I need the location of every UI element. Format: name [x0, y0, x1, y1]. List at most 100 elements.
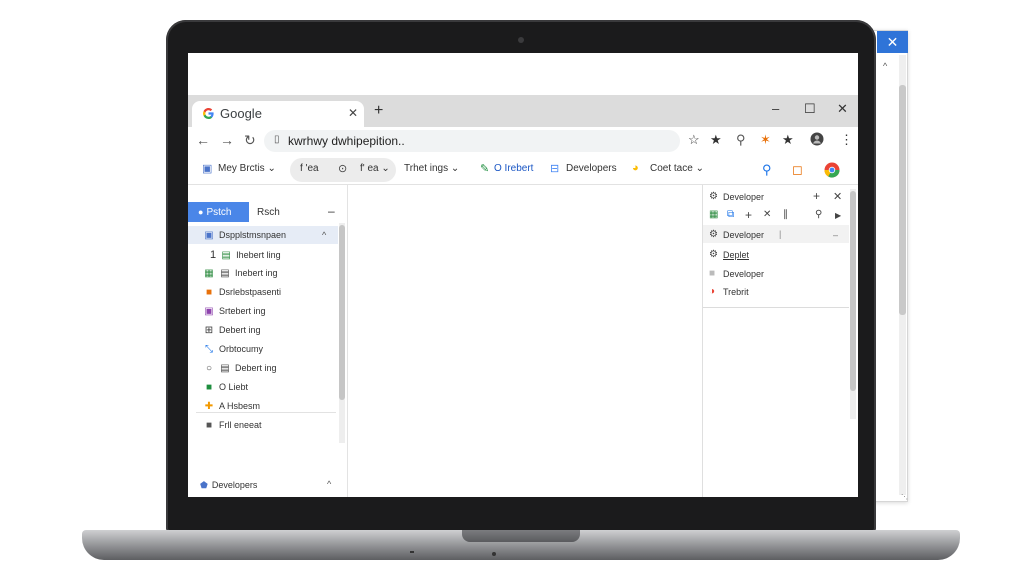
panel-item[interactable]: Trebrit: [723, 287, 749, 297]
divider: [703, 307, 849, 308]
developers-icon: ⊟: [550, 163, 560, 175]
chrome-icon[interactable]: [824, 162, 840, 181]
square-icon: ■: [709, 268, 716, 279]
scrollbar-thumb[interactable]: [850, 191, 856, 391]
resize-grip-icon[interactable]: ⋱: [901, 493, 908, 501]
maximize-icon[interactable]: ☐: [804, 101, 816, 117]
chevron-up-icon[interactable]: ^: [322, 230, 326, 240]
lock-icon: ▯: [274, 134, 280, 145]
laptop-screen: Google ✕ + – ☐ ✕ ← → ↻ ▯ kwrhwy dwhipepi…: [188, 53, 858, 497]
list-item[interactable]: ■ O Liebt: [203, 382, 248, 393]
search-icon[interactable]: ⚲: [815, 209, 822, 220]
button-label: Pstch: [206, 207, 232, 218]
star-icon[interactable]: ★: [710, 132, 722, 148]
bookmark-item[interactable]: f 'ea: [300, 163, 319, 174]
new-tab-icon[interactable]: +: [374, 102, 383, 120]
bookmarks-bar: ▣ Mey Brctis ⌄ f 'ea ⊙ f' ea ⌄ Trhet ing…: [188, 155, 858, 185]
edit-icon: ✎: [480, 163, 490, 175]
list-item[interactable]: ■ Dsrlebstpasenti: [203, 287, 281, 298]
sheet-icon: ▤: [220, 268, 230, 279]
edit-icon[interactable]: ∥: [783, 209, 788, 220]
bookmark-item[interactable]: O Irebert: [494, 163, 533, 174]
list-item[interactable]: ▣ Srtebert ing: [203, 306, 266, 317]
bookmark-item[interactable]: Coet tace ⌄: [650, 163, 704, 174]
address-bar[interactable]: ▯ kwrhwy dwhipepition..: [264, 130, 680, 152]
list-item[interactable]: ▣ Dspplstmsnpaen: [203, 230, 286, 241]
close-icon[interactable]: ✕: [877, 31, 908, 53]
list-item-label: Dsrlebstpasenti: [219, 287, 282, 297]
bookmark-star-icon[interactable]: ★: [782, 132, 794, 148]
bookmark-item[interactable]: Mey Brctis ⌄: [218, 163, 276, 174]
star-outline-icon[interactable]: ☆: [688, 132, 700, 148]
grid-icon[interactable]: ▦: [709, 209, 718, 220]
bookmark-item[interactable]: f' ea ⌄: [360, 163, 390, 174]
bookmark-label: Trhet ings: [404, 163, 449, 174]
bookmark-label: Mey Brctis: [218, 163, 265, 174]
menu-icon[interactable]: ⋮: [840, 132, 853, 148]
window-close-icon[interactable]: ✕: [837, 101, 848, 117]
list-item-label: A Hsbesm: [219, 401, 261, 411]
list-item-label: Frll eneeat: [219, 420, 262, 430]
list-item-label: Srtebert ing: [219, 306, 266, 316]
list-item[interactable]: ✚ A Hsbesm: [203, 401, 260, 412]
list-item-label: Debert ing: [219, 325, 261, 335]
google-icon: [202, 107, 215, 123]
list-item[interactable]: ○ ▤ Debert ing: [203, 363, 277, 374]
laptop-base: [82, 530, 960, 560]
caret-up-icon[interactable]: ^: [883, 61, 887, 71]
gear-icon: ⚙: [709, 249, 718, 260]
list-item-label: Orbtocumy: [219, 344, 264, 354]
scrollbar-thumb[interactable]: [899, 85, 906, 315]
browser-toolbar: ← → ↻ ▯ kwrhwy dwhipepition.. ☆ ★ ⚲ ✶ ★ …: [188, 127, 858, 155]
plus-icon[interactable]: +: [813, 189, 820, 203]
select-icon[interactable]: ⧉: [727, 209, 734, 220]
search-icon[interactable]: ⚲: [762, 162, 772, 178]
list-item[interactable]: ▦ ▤ Inebert ing: [203, 268, 277, 279]
list-item[interactable]: ■ Frll eneeat: [203, 420, 262, 431]
panel-item[interactable]: Developer: [723, 269, 764, 279]
close-icon[interactable]: ✕: [833, 190, 842, 203]
address-bar-text: kwrhwy dwhipepition..: [288, 134, 405, 148]
spark-icon[interactable]: ✶: [760, 132, 771, 148]
bookmark-label: f' ea: [360, 163, 379, 174]
back-icon[interactable]: ←: [196, 132, 210, 148]
panel-item[interactable]: Deplet: [723, 250, 749, 260]
square-icon: ■: [205, 420, 213, 431]
extension-icon[interactable]: ⚲: [736, 132, 746, 148]
scrollbar[interactable]: [850, 189, 856, 419]
chevron-up-icon[interactable]: ^: [327, 479, 331, 489]
list-item-label: O Liebt: [219, 382, 249, 392]
profile-icon[interactable]: [810, 132, 824, 149]
tab-close-icon[interactable]: ✕: [348, 106, 358, 120]
comment-icon[interactable]: ◻: [792, 162, 803, 178]
forward-icon[interactable]: →: [220, 132, 234, 148]
list-item[interactable]: 1 ▤ Ihebert ling: [210, 249, 281, 261]
list-item-label: Debert ing: [235, 363, 277, 373]
circle-icon[interactable]: ⊙: [338, 162, 347, 175]
bookmark-item[interactable]: Developers: [566, 163, 617, 174]
indicator-light: [492, 552, 496, 556]
tab-title: Google: [220, 106, 262, 121]
google-icon: ◑: [709, 286, 716, 297]
collapse-icon[interactable]: –: [328, 204, 335, 218]
plus-icon[interactable]: +: [745, 208, 752, 222]
reload-icon[interactable]: ↻: [244, 132, 256, 149]
list-item[interactable]: ⤡ Orbtocumy: [203, 344, 263, 355]
browser-titlebar: Google ✕ + – ☐ ✕: [188, 95, 858, 127]
cross-icon[interactable]: ✕: [763, 209, 771, 220]
puzzle-icon: ✚: [204, 401, 214, 412]
scrollbar[interactable]: [899, 55, 906, 495]
panel-tab[interactable]: Rsch: [257, 207, 280, 218]
bookmark-item[interactable]: Trhet ings ⌄: [404, 163, 459, 174]
list-item[interactable]: ⊞ Debert ing: [203, 325, 261, 336]
play-icon[interactable]: ▶: [835, 211, 841, 220]
panel-footer[interactable]: ⬟ Developers: [200, 480, 257, 491]
panel-primary-button[interactable]: ● Pstch: [188, 202, 249, 222]
scrollbar[interactable]: [339, 223, 345, 443]
scrollbar-thumb[interactable]: [339, 225, 345, 400]
minus-icon[interactable]: –: [833, 230, 838, 240]
sheet-icon: ▤: [220, 363, 230, 374]
minimize-icon[interactable]: –: [772, 101, 779, 116]
developer-panel: ⚙ Developer + ✕ ▦ ⧉ + ✕ ∥ ⚲ ▶ ⚙ Develope…: [702, 185, 858, 497]
browser-tab[interactable]: Google ✕: [192, 101, 364, 127]
